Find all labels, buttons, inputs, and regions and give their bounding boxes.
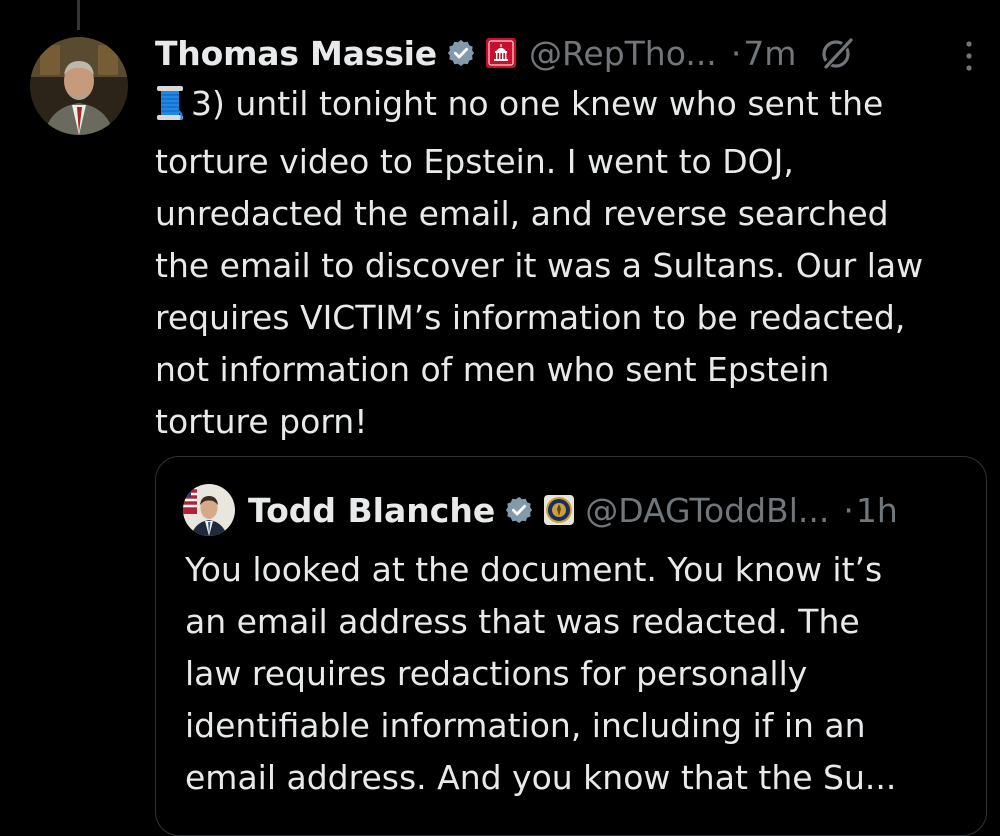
quoted-author-name: Todd Blanche (248, 490, 496, 530)
quoted-tweet-header: Todd Blanche @DAGToddBl... · 1h (248, 487, 898, 533)
house-gop-affiliation-icon[interactable] (485, 37, 517, 69)
spool-of-thread-icon (155, 84, 185, 136)
doj-seal-affiliation-icon (543, 494, 575, 526)
quoted-author-avatar[interactable] (183, 484, 235, 536)
verified-badge-icon[interactable] (446, 38, 476, 68)
grok-icon[interactable] (818, 34, 856, 72)
more-options-icon[interactable] (958, 38, 980, 74)
thread-connector-line (77, 0, 80, 30)
quoted-author-handle: @DAGToddBl... (585, 490, 830, 530)
tweet-body-text: 3) until tonight no one knew who sent th… (155, 84, 924, 441)
author-name[interactable]: Thomas Massie (155, 34, 437, 73)
tweet-header: Thomas Massie @RepTho... · 7m (155, 30, 985, 76)
quoted-tweet-timestamp: 1h (855, 490, 898, 530)
separator-dot: · (730, 33, 742, 73)
author-handle[interactable]: @RepTho... (529, 34, 717, 73)
separator-dot: · (843, 490, 854, 530)
tweet-text: 3) until tonight no one knew who sent th… (155, 78, 990, 448)
quoted-tweet-text: You looked at the document. You know it’… (185, 550, 897, 797)
quoted-tweet-card[interactable]: Todd Blanche @DAGToddBl... · 1h You look… (155, 456, 987, 836)
verified-badge-icon (504, 495, 534, 525)
author-avatar[interactable] (30, 37, 128, 135)
tweet-timestamp[interactable]: 7m (743, 34, 796, 73)
